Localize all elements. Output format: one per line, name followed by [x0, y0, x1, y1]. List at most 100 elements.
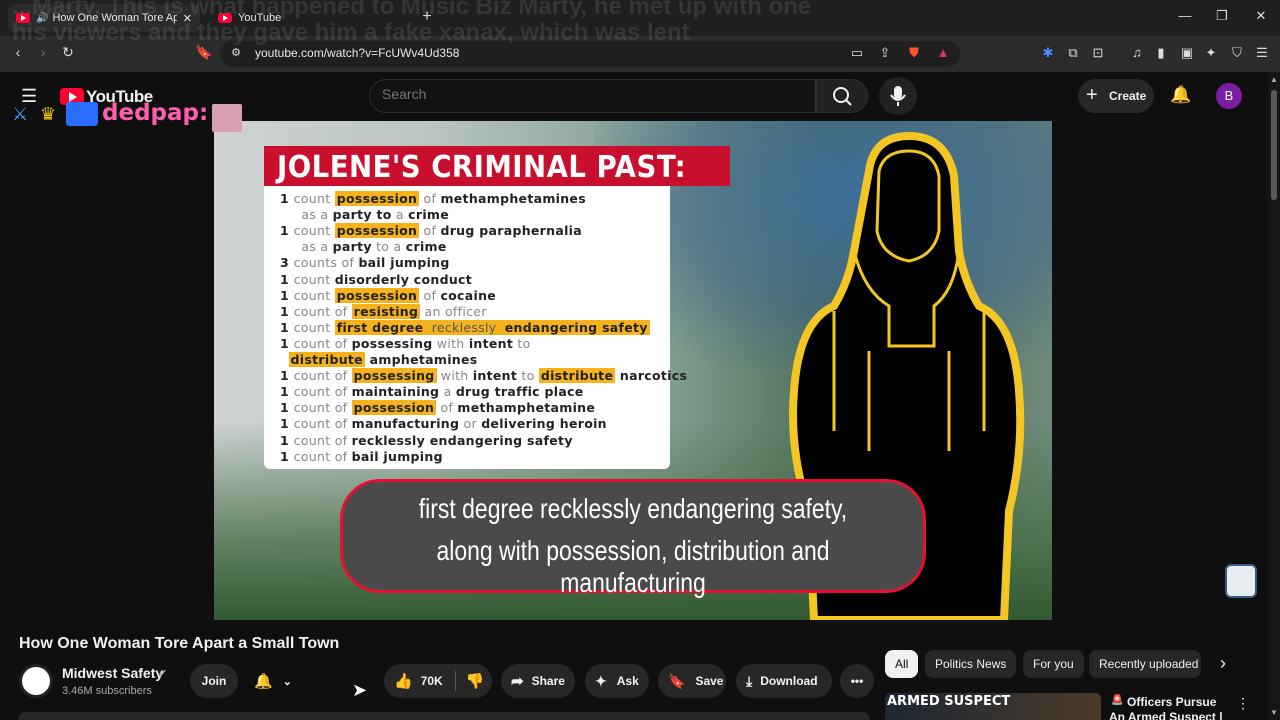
music-icon[interactable]: ♫ [1129, 45, 1145, 61]
video-player[interactable]: JOLENE'S CRIMINAL PAST: 1 count possessi… [214, 121, 1052, 620]
charge-line: 1 count of maintaining a drug traffic pl… [280, 384, 584, 399]
charge-segment: possession [351, 400, 437, 416]
charge-line: 1 count disorderly conduct [280, 272, 472, 287]
chip-all[interactable]: All [885, 650, 919, 678]
recommended-title[interactable]: Officers Pursue An Armed Suspect | Cop [1109, 695, 1231, 720]
more-vert-icon[interactable]: ⋮ [1236, 695, 1250, 712]
charge-segment: a [391, 207, 409, 223]
scroll-up-icon[interactable]: ▲ [1270, 75, 1278, 84]
charge-segment: delivering heroin [481, 416, 607, 432]
share-page-icon[interactable]: ⇪ [877, 45, 893, 61]
charge-line: 1 count of bail jumping [280, 449, 443, 464]
more-icon: ••• [850, 674, 864, 688]
plus-icon: + [1086, 84, 1098, 106]
crown-emote-icon: ♛ [40, 104, 57, 124]
scrollbar-thumb[interactable] [1271, 90, 1277, 200]
divider [454, 671, 456, 691]
more-actions-button[interactable]: ••• [840, 664, 874, 698]
chip-politics-news[interactable]: Politics News [925, 650, 1017, 678]
charge-segment: 1 [280, 223, 294, 239]
dislike-icon[interactable]: 👎 [466, 672, 485, 690]
notifications-bell-icon[interactable]: 🔔 [1170, 85, 1191, 105]
charge-segment: 1 [280, 400, 294, 416]
url-text[interactable]: youtube.com/watch?v=FcUWv4Ud358 [255, 46, 459, 60]
scroll-down-icon[interactable]: ▼ [1270, 708, 1278, 717]
charge-segment: of [436, 400, 458, 416]
minimize-button[interactable]: — [1175, 8, 1195, 23]
charge-segment: first degree [334, 319, 426, 335]
share-icon: ➦ [511, 673, 524, 690]
screenshot-icon[interactable]: ⊡ [1090, 45, 1106, 61]
extension-icon[interactable]: ✱ [1040, 45, 1056, 61]
charge-segment: count of [293, 448, 352, 464]
search-button[interactable] [816, 79, 868, 113]
share-button[interactable]: ➦ Share [501, 664, 575, 698]
charge-line: 1 count possession of cocaine [280, 287, 496, 303]
brave-rewards-icon[interactable]: ▲ [935, 45, 951, 61]
charge-line: 1 count of possessing with intent to dis… [280, 368, 688, 384]
like-icon[interactable]: 👍 [394, 672, 413, 690]
charge-segment: party [332, 239, 372, 255]
join-button[interactable]: Join [190, 664, 238, 698]
puzzle-icon[interactable]: ⧉ [1065, 45, 1081, 61]
save-button[interactable]: 🔖 Save [658, 664, 726, 698]
charge-line: 1 count possession of drug paraphernalia [280, 223, 582, 239]
voice-search-button[interactable] [879, 77, 917, 115]
charge-segment: count of [293, 335, 352, 351]
channel-watermark-icon[interactable] [1225, 564, 1257, 598]
charge-segment: count of [293, 303, 352, 319]
account-avatar[interactable]: B [1216, 83, 1242, 109]
charge-segment: recklessly [425, 319, 503, 335]
reload-icon[interactable]: ↻ [58, 44, 78, 61]
charge-segment: endangering safety [502, 319, 650, 335]
create-label: Create [1109, 89, 1147, 103]
charge-segment: distribute [288, 352, 365, 367]
chevron-right-icon[interactable]: › [1220, 653, 1226, 674]
channel-name[interactable]: Midwest Safety [62, 665, 163, 681]
charge-segment: possession [334, 223, 420, 239]
channel-avatar[interactable] [19, 664, 53, 698]
charge-segment: possessing [351, 335, 433, 351]
charge-segment: 3 [280, 255, 294, 271]
charge-segment [280, 352, 289, 367]
charge-segment: methamphetamines [440, 191, 586, 206]
leo-ai-icon[interactable]: ✦ [1203, 45, 1219, 61]
cast-icon[interactable]: ▭ [849, 45, 865, 61]
overlay-watermark: dedpap: [102, 100, 209, 126]
close-window-button[interactable]: ✕ [1251, 8, 1271, 24]
bookmark-icon[interactable]: 🔖 [194, 44, 214, 61]
charge-segment: party to [332, 207, 392, 223]
ask-button[interactable]: ✦ Ask [585, 664, 649, 698]
charge-segment: drug paraphernalia [440, 223, 582, 239]
like-dislike-group: 👍 70K 👎 [384, 664, 492, 698]
charge-segment: 1 [280, 319, 294, 335]
menu-icon[interactable]: ☰ [1254, 45, 1270, 61]
description-box[interactable] [18, 712, 870, 720]
download-icon: ⤓ [746, 672, 753, 689]
recommended-thumbnail[interactable]: ARMED SUSPECT [885, 693, 1101, 720]
brave-shield-icon[interactable]: ⛊ [906, 45, 922, 61]
back-icon[interactable]: ‹ [8, 44, 28, 60]
maximize-button[interactable]: ❐ [1212, 8, 1232, 24]
vpn-icon[interactable]: ⛉ [1229, 45, 1245, 61]
charge-segment: to [513, 335, 531, 351]
chip-recently-uploaded[interactable]: Recently uploaded [1089, 650, 1201, 678]
subscription-bell-button[interactable]: 🔔 ⌄ [248, 664, 304, 698]
chip-for-you[interactable]: For you [1023, 650, 1084, 678]
download-button[interactable]: ⤓ Download [736, 664, 832, 698]
charge-segment: count of [293, 432, 352, 448]
search-icon [833, 87, 852, 106]
charge-segment: 1 [280, 368, 294, 384]
wallet-icon[interactable]: ▣ [1179, 45, 1195, 61]
charge-segment: 1 [280, 335, 294, 351]
charge-segment: narcotics [615, 368, 688, 384]
like-count[interactable]: 70K [421, 674, 443, 688]
search-input[interactable] [382, 86, 782, 102]
forward-icon[interactable]: › [33, 44, 53, 60]
charge-segment: methamphetamine [457, 400, 596, 416]
sidebar-icon[interactable]: ▮ [1153, 45, 1169, 61]
charge-segment: to [517, 368, 539, 384]
site-info-icon[interactable]: ⚙ [226, 46, 246, 59]
charge-segment: as a [280, 239, 333, 255]
play-triangle [69, 92, 77, 102]
